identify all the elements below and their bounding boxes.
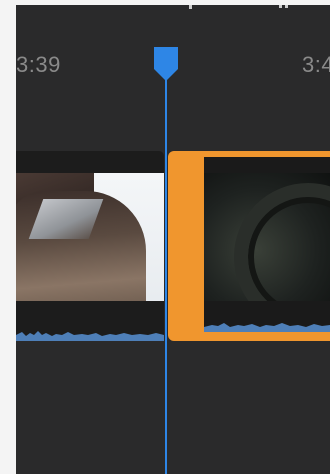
wheel-shape (234, 183, 330, 301)
toolbar-strip (16, 5, 330, 17)
ruler-time-right: 3:4 (302, 52, 330, 77)
app-frame: 3:39 3:4 (0, 0, 330, 474)
playhead-line[interactable] (165, 65, 167, 474)
right-toolbar-icon[interactable] (278, 5, 290, 11)
ruler-time-left: 3:39 (16, 52, 61, 77)
left-toolbar-icon[interactable] (188, 5, 200, 11)
car-clip[interactable] (16, 151, 164, 341)
timeline-panel[interactable]: 3:39 3:4 (16, 5, 330, 474)
car-thumbnail (16, 173, 164, 301)
audio-waveform (204, 323, 330, 332)
wheel-clip-inner (204, 157, 330, 332)
playhead-handle-icon[interactable] (151, 45, 181, 83)
audio-waveform (16, 331, 164, 341)
wheel-thumbnail (204, 173, 330, 301)
wheel-clip[interactable] (168, 151, 330, 341)
